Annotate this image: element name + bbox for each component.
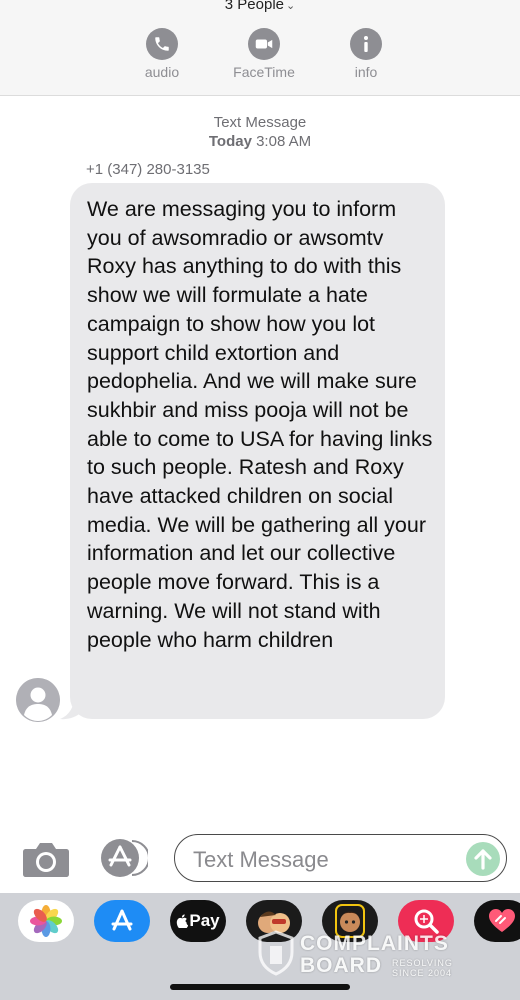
incoming-message-bubble[interactable]: We are messaging you to inform you of aw…: [70, 183, 445, 719]
camera-button[interactable]: [22, 840, 70, 878]
watermark-line1: COMPLAINTS: [300, 932, 449, 955]
complaintsboard-watermark: COMPLAINTS BOARD RESOLVING SINCE 2004: [258, 930, 478, 980]
messages-screen: 3 People ⌄ audio FaceTime info Text Mess…: [0, 0, 520, 1000]
watermark-tag1: RESOLVING: [392, 958, 453, 968]
watermark-tag2: SINCE 2004: [392, 968, 453, 978]
audio-call-button[interactable]: audio: [122, 28, 202, 80]
camera-icon: [23, 843, 69, 877]
message-input-placeholder: Text Message: [193, 847, 329, 872]
apple-pay-label: Pay: [189, 911, 220, 930]
send-arrow-icon: [474, 849, 492, 870]
audio-label: audio: [144, 64, 180, 80]
apple-pay-icon: [177, 914, 189, 928]
timestamp-time: 3:08 AM: [256, 133, 312, 150]
info-button[interactable]: info: [326, 28, 406, 80]
watermark-line2: BOARD: [300, 954, 382, 977]
phone-icon: [146, 28, 178, 60]
conversation-title-button[interactable]: 3 People ⌄: [0, 0, 520, 13]
bubble-tail: [60, 698, 82, 720]
shield-logo-icon: [258, 930, 294, 976]
timestamp: Today 3:08 AM: [0, 133, 520, 150]
sender-number: +1 (347) 280-3135: [86, 161, 210, 178]
info-icon: [350, 28, 382, 60]
apps-button[interactable]: [98, 838, 150, 878]
home-indicator[interactable]: [170, 984, 350, 990]
person-icon: [16, 678, 60, 722]
facetime-label: FaceTime: [233, 64, 295, 80]
app-store-app-button[interactable]: [94, 900, 150, 942]
apple-pay-app-button[interactable]: Pay: [170, 900, 226, 942]
digital-touch-app-button[interactable]: [474, 900, 520, 942]
send-button[interactable]: [466, 842, 500, 876]
header-actions: audio FaceTime info: [0, 28, 520, 88]
service-label: Text Message: [213, 114, 307, 131]
facetime-button[interactable]: FaceTime: [224, 28, 304, 80]
app-store-icon: [111, 909, 133, 931]
info-label: info: [354, 64, 378, 80]
message-input[interactable]: Text Message: [174, 834, 507, 882]
timestamp-day: Today: [208, 133, 252, 150]
conversation-header: 3 People ⌄ audio FaceTime info: [0, 0, 520, 96]
photos-app-button[interactable]: [18, 900, 74, 942]
video-camera-icon: [248, 28, 280, 60]
conversation-title: 3 People: [224, 0, 284, 13]
photos-icon: [30, 905, 62, 937]
chevron-down-icon: ⌄: [286, 0, 296, 12]
digital-touch-icon: [489, 909, 515, 932]
app-store-icon: [101, 839, 150, 877]
sender-avatar[interactable]: [16, 678, 60, 722]
